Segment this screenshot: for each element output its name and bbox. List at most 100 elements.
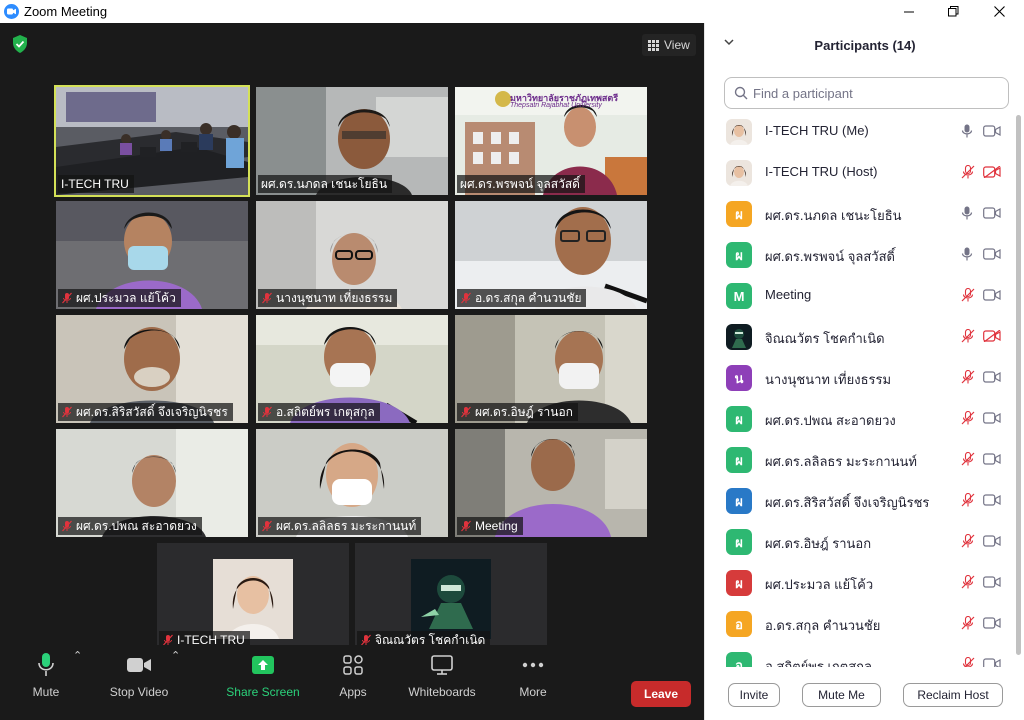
apps-button[interactable]: Apps [333, 651, 373, 699]
scrollbar-thumb[interactable] [1016, 115, 1021, 655]
participant-name: ผศ.ดร.นภดล เชนะโยธิน [765, 208, 902, 223]
muted-mic-icon[interactable] [961, 615, 975, 635]
leave-button[interactable]: Leave [631, 681, 691, 707]
video-tile[interactable]: ผศ.ดร.ลลิลธร มะระกานนท์ [256, 429, 448, 537]
participant-row[interactable]: น นางนุชนาท เที่ยงธรรม [705, 357, 1017, 398]
microphone-icon [38, 653, 54, 676]
muted-mic-icon[interactable] [961, 492, 975, 512]
avatar: น [726, 365, 752, 391]
participant-name: I-TECH TRU (Host) [765, 164, 878, 179]
video-tile[interactable]: มหาวิทยาลัยราชภัฏเทพสตรี Thepsatri Rajab… [455, 87, 647, 195]
avatar: ผ [726, 447, 752, 473]
participant-row[interactable]: อ อ.สถิตย์พร เกตุสกุล [705, 644, 1017, 667]
video-camera-icon[interactable] [983, 370, 1001, 388]
invite-button[interactable]: Invite [728, 683, 780, 707]
avatar [726, 119, 752, 145]
participant-name: อ.สถิตย์พร เกตุสกุล [765, 659, 872, 667]
muted-mic-icon[interactable] [961, 164, 975, 184]
chevron-up-icon[interactable]: ⌃ [73, 649, 82, 662]
avatar [726, 324, 752, 350]
video-camera-icon[interactable] [983, 575, 1001, 593]
participant-name-label: ผศ.ดร.อิษฎ์ รานอก [457, 403, 578, 421]
microphone-icon[interactable] [961, 124, 973, 143]
video-camera-icon[interactable] [983, 411, 1001, 429]
video-camera-icon[interactable] [983, 493, 1001, 511]
video-off-icon[interactable] [983, 329, 1001, 347]
video-camera-icon[interactable] [983, 247, 1001, 265]
maximize-button[interactable] [930, 0, 976, 23]
video-camera-icon[interactable] [983, 206, 1001, 224]
video-camera-icon[interactable] [983, 452, 1001, 470]
search-placeholder: Find a participant [753, 85, 853, 101]
video-tile[interactable]: จิณณวัตร โชคกำเนิด [355, 543, 547, 651]
muted-mic-icon[interactable] [961, 451, 975, 471]
mute-me-button[interactable]: Mute Me [802, 683, 881, 707]
view-button[interactable]: View [642, 34, 696, 56]
mute-label: Mute [32, 685, 60, 699]
profile-photo [213, 559, 293, 639]
mute-button[interactable]: Mute [26, 651, 66, 699]
video-camera-icon[interactable] [983, 616, 1001, 634]
muted-mic-icon[interactable] [961, 533, 975, 553]
close-button[interactable] [976, 0, 1022, 23]
participant-row[interactable]: จิณณวัตร โชคกำเนิด [705, 316, 1017, 357]
participant-name-label: ผศ.ดร.ปพณ สะอาดยวง [58, 517, 202, 535]
video-tile[interactable]: I-TECH TRU [54, 85, 250, 197]
video-tile[interactable]: อ.ดร.สกุล คำนวนชัย [455, 201, 647, 309]
muted-mic-icon[interactable] [961, 328, 975, 348]
avatar: ผ [726, 529, 752, 555]
shield-icon[interactable] [12, 35, 28, 58]
participant-name: จิณณวัตร โชคกำเนิด [765, 331, 885, 346]
share-screen-button[interactable]: Share Screen [226, 651, 300, 699]
video-camera-icon[interactable] [983, 657, 1001, 667]
video-tile[interactable]: Meeting [455, 429, 647, 537]
whiteboard-icon [431, 655, 453, 675]
participant-row[interactable]: M Meeting [705, 275, 1017, 316]
more-button[interactable]: More [513, 651, 553, 699]
video-off-icon[interactable] [983, 165, 1001, 183]
video-tile[interactable]: ผศ.ประมวล แย้โค้ว [56, 201, 248, 309]
muted-mic-icon [262, 406, 272, 418]
muted-mic-icon [62, 292, 72, 304]
chevron-up-icon[interactable]: ⌃ [171, 649, 180, 662]
zoom-window: Zoom Meeting View I-TECH TRU ผศ.ดร.นภดล … [0, 0, 1024, 720]
participant-row[interactable]: ผ ผศ.ดร.ปพณ สะอาดยวง [705, 398, 1017, 439]
video-tile[interactable]: ผศ.ดร.ปพณ สะอาดยวง [56, 429, 248, 537]
microphone-icon[interactable] [961, 206, 973, 225]
muted-mic-icon[interactable] [961, 369, 975, 389]
video-tile[interactable]: I-TECH TRU [157, 543, 349, 651]
video-camera-icon[interactable] [983, 534, 1001, 552]
participant-row[interactable]: ผ ผศ.ดร.สิริสวัสดิ์ จึงเจริญนิรชร [705, 480, 1017, 521]
participant-row[interactable]: ผ ผศ.ดร.ลลิลธร มะระกานนท์ [705, 439, 1017, 480]
video-camera-icon[interactable] [983, 124, 1001, 142]
participant-row[interactable]: ผ ผศ.ดร.พรพจน์ จุลสวัสดิ์ [705, 234, 1017, 275]
participant-row[interactable]: ผ ผศ.ประมวล แย้โค้ว [705, 562, 1017, 603]
participant-row[interactable]: I-TECH TRU (Host) [705, 152, 1017, 193]
muted-mic-icon[interactable] [961, 287, 975, 307]
video-tile[interactable]: นางนุชนาท เที่ยงธรรม [256, 201, 448, 309]
muted-mic-icon[interactable] [961, 656, 975, 667]
participant-row[interactable]: ผ ผศ.ดร.นภดล เชนะโยธิน [705, 193, 1017, 234]
muted-mic-icon[interactable] [961, 574, 975, 594]
participant-row[interactable]: อ อ.ดร.สกุล คำนวนชัย [705, 603, 1017, 644]
participant-row[interactable]: ผ ผศ.ดร.อิษฎ์ รานอก [705, 521, 1017, 562]
avatar: ผ [726, 242, 752, 268]
microphone-icon[interactable] [961, 247, 973, 266]
muted-mic-icon[interactable] [961, 410, 975, 430]
video-tile[interactable]: ผศ.ดร.สิริสวัสดิ์ จึงเจริญนิรชร [56, 315, 248, 423]
search-input[interactable]: Find a participant [724, 77, 1009, 109]
video-tile[interactable]: อ.สถิตย์พร เกตุสกุล [256, 315, 448, 423]
video-tile[interactable]: ผศ.ดร.นภดล เชนะโยธิน [256, 87, 448, 195]
share-screen-label: Share Screen [226, 685, 300, 699]
participant-name-label: อ.สถิตย์พร เกตุสกุล [258, 403, 380, 421]
title-bar: Zoom Meeting [0, 0, 1024, 23]
reclaim-host-button[interactable]: Reclaim Host [903, 683, 1003, 707]
participant-name: Meeting [765, 287, 812, 302]
minimize-button[interactable] [886, 0, 932, 23]
participant-row[interactable]: I-TECH TRU (Me) [705, 111, 1017, 152]
whiteboards-button[interactable]: Whiteboards [404, 651, 480, 699]
video-tile[interactable]: ผศ.ดร.อิษฎ์ รานอก [455, 315, 647, 423]
video-camera-icon[interactable] [983, 288, 1001, 306]
search-icon [734, 86, 748, 100]
stop-video-button[interactable]: Stop Video [104, 651, 174, 699]
